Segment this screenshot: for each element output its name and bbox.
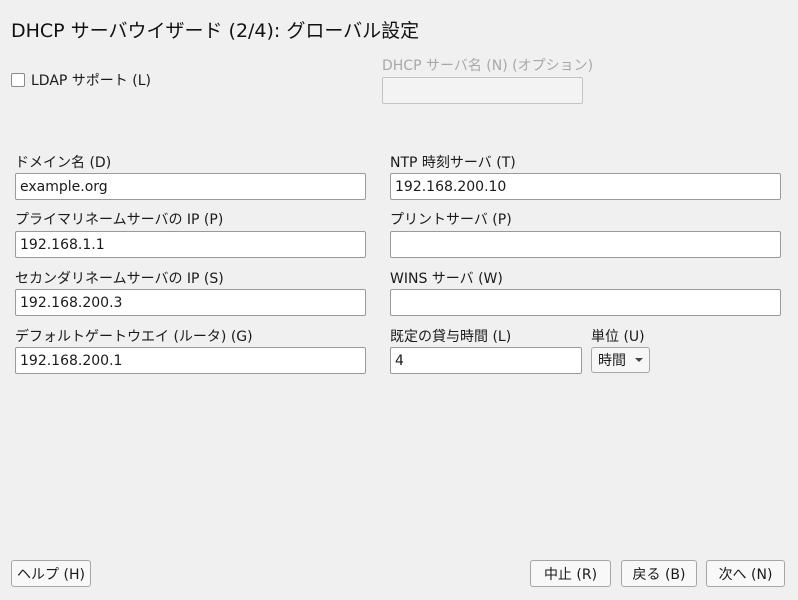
lease-input[interactable] bbox=[390, 347, 582, 374]
primary-ns-label: プライマリネームサーバの IP (P) bbox=[15, 212, 224, 228]
server-name-input[interactable] bbox=[382, 77, 583, 104]
gateway-input[interactable] bbox=[15, 347, 366, 374]
domain-input[interactable] bbox=[15, 173, 366, 200]
domain-label: ドメイン名 (D) bbox=[15, 155, 112, 171]
ldap-support-checkbox[interactable]: LDAP サポート (L) bbox=[11, 70, 151, 90]
gateway-label: デフォルトゲートウエイ (ルータ) (G) bbox=[15, 329, 253, 345]
moon-icon[interactable] bbox=[764, 18, 782, 36]
ntp-label: NTP 時刻サーバ (T) bbox=[390, 155, 516, 171]
abort-button[interactable]: 中止 (R) bbox=[530, 560, 611, 587]
back-button[interactable]: 戻る (B) bbox=[621, 560, 697, 587]
lease-label: 既定の貸与時間 (L) bbox=[390, 329, 512, 345]
primary-ns-input[interactable] bbox=[15, 231, 366, 258]
window-title: DHCP サーバウイザード (2/4): グローバル設定 bbox=[11, 20, 420, 42]
chevron-down-icon bbox=[635, 358, 643, 362]
server-name-label: DHCP サーバ名 (N) (オプション) bbox=[382, 58, 594, 74]
unit-selected-value: 時間 bbox=[598, 353, 626, 369]
unit-label: 単位 (U) bbox=[591, 329, 645, 345]
wins-label: WINS サーバ (W) bbox=[390, 271, 503, 287]
print-server-label: プリントサーバ (P) bbox=[390, 212, 512, 228]
next-button[interactable]: 次へ (N) bbox=[706, 560, 785, 587]
print-server-input[interactable] bbox=[390, 231, 781, 258]
unit-select[interactable]: 時間 bbox=[591, 347, 650, 373]
secondary-ns-input[interactable] bbox=[15, 289, 366, 316]
ntp-input[interactable] bbox=[390, 173, 781, 200]
wins-input[interactable] bbox=[390, 289, 781, 316]
secondary-ns-label: セカンダリネームサーバの IP (S) bbox=[15, 271, 224, 287]
ldap-support-label: LDAP サポート (L) bbox=[31, 73, 151, 89]
checkbox-box[interactable] bbox=[11, 73, 25, 87]
help-button[interactable]: ヘルプ (H) bbox=[11, 560, 91, 587]
